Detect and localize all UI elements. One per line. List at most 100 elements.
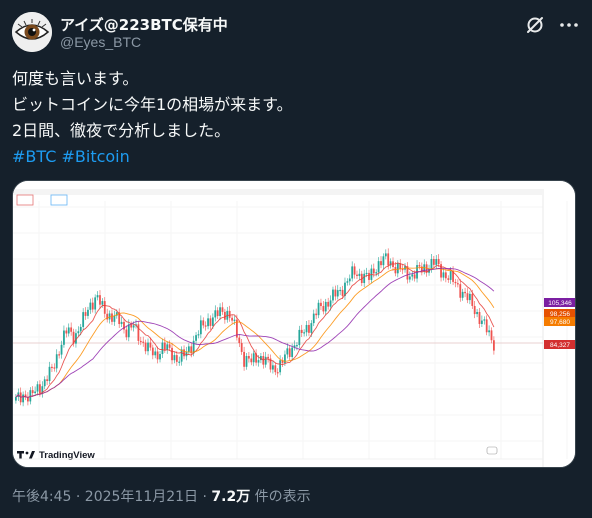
candle xyxy=(430,259,433,269)
candle xyxy=(267,356,270,359)
candle xyxy=(187,346,190,352)
candle xyxy=(461,291,464,298)
price-tag-label: 105,346 xyxy=(548,300,572,307)
candle xyxy=(202,320,205,326)
candle xyxy=(245,356,248,367)
candle xyxy=(53,367,56,369)
candle xyxy=(132,325,135,328)
chart-image[interactable]: 105,346 98,256 97,680 84,327 TradingView xyxy=(12,180,576,468)
candle xyxy=(125,329,128,338)
candle xyxy=(358,273,361,277)
candle xyxy=(29,390,32,402)
author-handle[interactable]: @Eyes_BTC xyxy=(60,34,141,50)
candle xyxy=(308,324,310,333)
candle xyxy=(79,326,82,332)
candle xyxy=(219,307,221,317)
candle xyxy=(223,311,226,320)
candle xyxy=(199,320,202,335)
candle xyxy=(99,295,101,305)
candle xyxy=(159,354,161,360)
candle xyxy=(432,259,435,265)
buy-box[interactable] xyxy=(50,194,68,206)
candle xyxy=(483,319,486,321)
candle xyxy=(233,319,236,321)
price-tag-label: 98,256 xyxy=(550,311,570,318)
candle xyxy=(305,324,308,333)
candle xyxy=(39,384,41,394)
candle xyxy=(372,268,375,274)
candle xyxy=(113,315,116,322)
candle xyxy=(382,256,385,266)
candle xyxy=(264,356,267,365)
candle xyxy=(192,340,195,354)
candle xyxy=(77,331,80,334)
views-label: 件の表示 xyxy=(250,489,311,505)
candle xyxy=(315,313,318,316)
candle xyxy=(163,342,166,350)
candle xyxy=(204,325,207,327)
candle xyxy=(332,289,334,301)
candle xyxy=(173,355,176,361)
candle xyxy=(240,343,243,352)
candle xyxy=(209,318,212,326)
candle xyxy=(320,302,322,307)
price-tags: 105,346 98,25697,680 84,327 xyxy=(544,298,575,349)
candle xyxy=(142,341,145,343)
eye-avatar-icon xyxy=(12,12,52,52)
candle xyxy=(449,271,452,280)
candle xyxy=(312,313,315,324)
candle xyxy=(478,311,481,324)
candle xyxy=(380,261,382,266)
candle xyxy=(298,329,301,346)
candle xyxy=(22,394,25,403)
candle xyxy=(329,300,332,307)
candle xyxy=(130,324,133,328)
candle xyxy=(413,274,416,279)
avatar[interactable] xyxy=(12,12,52,52)
candle xyxy=(250,358,253,363)
hashtag-bitcoin[interactable]: #Bitcoin xyxy=(61,147,129,166)
timestamp[interactable]: 午後4:45 · 2025年11月21日 · xyxy=(12,489,211,505)
candle xyxy=(394,267,397,274)
candle xyxy=(387,253,390,266)
tweet-meta: 午後4:45 · 2025年11月21日 · 7.2万 件の表示 xyxy=(12,486,311,506)
candle xyxy=(444,272,447,279)
candle xyxy=(139,340,142,343)
scroll-button[interactable] xyxy=(486,446,498,455)
candle xyxy=(207,318,209,327)
candle xyxy=(96,295,99,298)
candle xyxy=(51,366,53,369)
candle xyxy=(147,342,149,352)
candle xyxy=(401,268,404,271)
candle xyxy=(327,301,330,307)
sell-box[interactable] xyxy=(16,194,34,206)
candle xyxy=(490,330,493,341)
candle xyxy=(34,391,37,394)
candle xyxy=(43,379,46,387)
candle xyxy=(466,293,469,301)
candle xyxy=(94,297,97,310)
candle xyxy=(296,345,298,347)
candle xyxy=(243,351,245,367)
candle xyxy=(127,324,130,338)
candle xyxy=(60,344,63,355)
candle xyxy=(149,342,152,348)
candle xyxy=(161,342,164,355)
candle xyxy=(286,348,289,355)
candle xyxy=(279,360,282,373)
tweet-line: 2日間、徹夜で分析しました。 xyxy=(12,121,231,140)
candle xyxy=(70,327,73,332)
candle xyxy=(411,274,414,277)
indicator-strip xyxy=(13,189,543,195)
author-name[interactable]: アイズ@223BTC保有中 xyxy=(60,14,228,35)
candle xyxy=(168,344,171,348)
candle xyxy=(418,265,421,267)
hashtag-btc[interactable]: #BTC xyxy=(12,147,56,166)
more-options-icon[interactable] xyxy=(558,14,580,36)
candle xyxy=(291,347,294,357)
candle xyxy=(339,289,342,292)
candle xyxy=(356,274,358,277)
grok-icon[interactable] xyxy=(524,14,546,36)
candle xyxy=(274,365,277,373)
candle xyxy=(365,272,368,275)
